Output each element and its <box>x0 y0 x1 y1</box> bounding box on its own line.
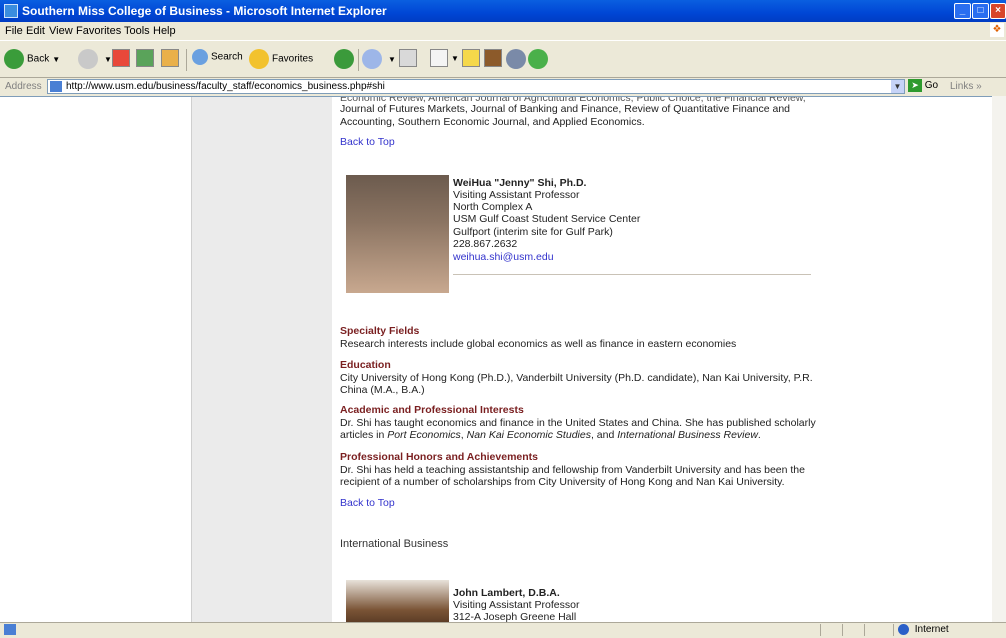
menu-edit[interactable]: Edit <box>26 25 45 37</box>
faculty-phone: 228.867.2632 <box>453 238 518 250</box>
honors-text: recipient of a number of scholarships fr… <box>340 476 785 488</box>
toolbar-separator <box>186 49 187 71</box>
home-icon <box>161 49 179 67</box>
status-panel <box>820 624 841 636</box>
address-url[interactable]: http://www.usm.edu/business/faculty_staf… <box>66 81 385 92</box>
honors-heading: Professional Honors and Achievements <box>340 451 538 463</box>
favorites-button[interactable]: Favorites <box>249 49 313 71</box>
intro-text: Accounting, Southern Economic Journal, a… <box>340 116 645 128</box>
home-button[interactable] <box>161 49 179 71</box>
back-arrow-icon <box>4 49 24 69</box>
status-panel <box>842 624 863 636</box>
internet-globe-icon <box>898 624 909 635</box>
status-bar: Internet <box>0 622 1006 638</box>
print-icon <box>399 49 417 67</box>
refresh-icon <box>136 49 154 67</box>
msn-butterfly-icon <box>528 49 548 69</box>
research-icon <box>484 49 502 67</box>
notes-button[interactable] <box>462 49 480 71</box>
menu-view[interactable]: View <box>49 25 73 37</box>
shi-photo <box>346 175 449 293</box>
specialty-heading: Specialty Fields <box>340 325 420 337</box>
menu-file[interactable]: File <box>5 25 23 37</box>
zone-label: Internet <box>914 624 949 635</box>
research-button[interactable] <box>484 49 502 71</box>
messenger-button[interactable] <box>506 49 529 71</box>
go-button[interactable]: ➤ Go <box>908 79 938 92</box>
left-margin <box>0 97 191 623</box>
education-text: China (M.A., B.A.) <box>340 384 425 396</box>
back-dropdown-icon[interactable]: ▼ <box>52 55 60 64</box>
left-nav-column <box>191 97 333 623</box>
toolbar: Back ▼ ▼ Search Favorites ▼ ▼ <box>0 40 1006 78</box>
forward-dropdown-icon[interactable]: ▼ <box>104 55 112 64</box>
close-button[interactable]: × <box>990 3 1006 19</box>
search-icon <box>192 49 208 65</box>
vertical-scrollbar[interactable] <box>992 96 1006 622</box>
status-panel <box>864 624 885 636</box>
back-button[interactable]: Back ▼ <box>4 49 60 71</box>
page-content: Economic Review, American Journal of Agr… <box>0 96 992 623</box>
maximize-button[interactable]: □ <box>972 3 989 19</box>
address-dropdown-icon[interactable]: ▼ <box>891 80 904 93</box>
academic-heading: Academic and Professional Interests <box>340 404 524 416</box>
messenger-icon <box>506 49 526 69</box>
lambert-photo <box>346 580 449 623</box>
faculty-center: USM Gulf Coast Student Service Center <box>453 213 641 225</box>
section-title: International Business <box>340 538 449 550</box>
intro-text: Journal of Futures Markets, Journal of B… <box>340 103 790 115</box>
address-input[interactable]: http://www.usm.edu/business/faculty_staf… <box>47 79 905 94</box>
msn-button[interactable] <box>528 49 551 71</box>
edit-dropdown-icon[interactable]: ▼ <box>451 54 459 63</box>
stop-icon <box>112 49 130 67</box>
toolbar-separator <box>358 49 359 71</box>
address-label: Address <box>5 81 42 92</box>
minimize-button[interactable]: _ <box>954 3 971 19</box>
academic-text: articles in Port Economics, Nan Kai Econ… <box>340 429 761 441</box>
notes-icon <box>462 49 480 67</box>
ie-app-icon[interactable] <box>4 4 18 18</box>
menu-tools[interactable]: Tools <box>124 25 150 37</box>
main-column: Economic Review, American Journal of Agr… <box>332 97 992 623</box>
title-bar: Southern Miss College of Business - Micr… <box>0 0 1006 22</box>
refresh-button[interactable] <box>136 49 154 71</box>
mail-button[interactable]: ▼ <box>362 49 396 71</box>
windows-logo-icon: ❖ <box>990 23 1004 37</box>
page-status-icon <box>4 624 16 635</box>
specialty-text: Research interests include global econom… <box>340 338 737 350</box>
go-arrow-icon: ➤ <box>908 79 922 92</box>
page-icon <box>50 81 62 92</box>
search-button[interactable]: Search <box>192 49 243 71</box>
forward-button[interactable]: ▼ <box>78 49 112 71</box>
mail-dropdown-icon[interactable]: ▼ <box>388 55 396 64</box>
print-button[interactable] <box>399 49 417 71</box>
zone-panel: Internet <box>893 624 1006 636</box>
links-button[interactable]: Links » <box>950 81 982 92</box>
menu-help[interactable]: Help <box>153 25 176 37</box>
history-button[interactable] <box>334 49 357 71</box>
edit-button[interactable]: ▼ <box>430 49 459 71</box>
menu-favorites[interactable]: Favorites <box>76 25 121 37</box>
back-to-top-link[interactable]: Back to Top <box>340 497 395 510</box>
education-heading: Education <box>340 359 391 371</box>
edit-document-icon <box>430 49 448 67</box>
stop-button[interactable] <box>112 49 130 71</box>
address-bar: Address http://www.usm.edu/business/facu… <box>0 78 1006 96</box>
window-title: Southern Miss College of Business - Micr… <box>22 4 387 18</box>
faculty-email-link[interactable]: weihua.shi@usm.edu <box>453 251 554 264</box>
menu-bar: File Edit View Favorites Tools Help <box>0 22 1006 40</box>
back-to-top-link[interactable]: Back to Top <box>340 136 395 149</box>
divider <box>453 274 811 275</box>
history-icon <box>334 49 354 69</box>
mail-icon <box>362 49 382 69</box>
forward-arrow-icon <box>78 49 98 69</box>
favorites-star-icon <box>249 49 269 69</box>
